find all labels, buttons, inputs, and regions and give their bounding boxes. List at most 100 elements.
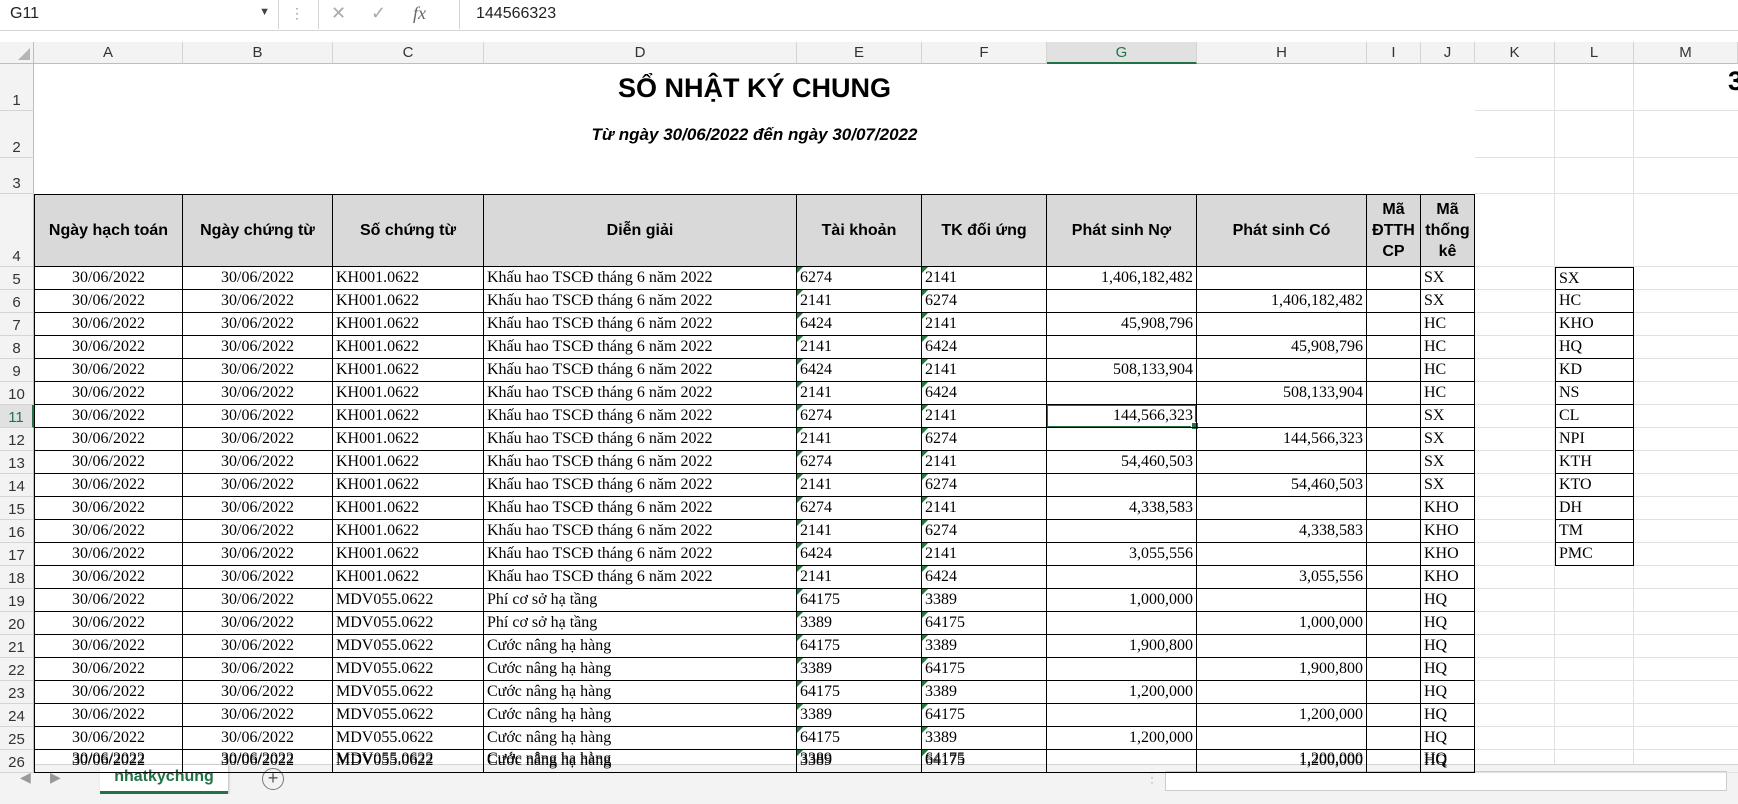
table-cell[interactable]: SX	[1421, 267, 1475, 290]
table-cell[interactable]: 30/06/2022	[183, 267, 333, 290]
code-list-item[interactable]: TM	[1555, 520, 1634, 543]
row-header-21[interactable]: 21	[0, 635, 34, 658]
table-cell[interactable]: 6424	[797, 359, 922, 382]
cancel-icon[interactable]: ✕	[331, 3, 346, 24]
column-header-h[interactable]: H	[1197, 42, 1367, 64]
table-cell[interactable]: 1,900,800	[1047, 635, 1197, 658]
table-cell[interactable]	[1367, 313, 1421, 336]
table-cell[interactable]: 45,908,796	[1197, 336, 1367, 359]
table-cell[interactable]: HC	[1421, 359, 1475, 382]
table-cell[interactable]: SX	[1421, 405, 1475, 428]
table-cell[interactable]: 1,406,182,482	[1197, 290, 1367, 313]
table-cell[interactable]: Cước nâng hạ hàng	[484, 704, 797, 727]
row-header-22[interactable]: 22	[0, 658, 34, 681]
more-icon[interactable]: ⋮	[290, 5, 304, 22]
table-cell[interactable]: 30/06/2022	[183, 359, 333, 382]
table-cell[interactable]	[1197, 589, 1367, 612]
table-cell[interactable]: 30/06/2022	[183, 566, 333, 589]
table-cell[interactable]	[1367, 359, 1421, 382]
table-cell[interactable]: 30/06/2022	[183, 520, 333, 543]
table-cell[interactable]: 1,000,000	[1047, 589, 1197, 612]
row-header-26[interactable]: 26	[0, 750, 34, 773]
row-header-13[interactable]: 13	[0, 451, 34, 474]
table-cell[interactable]: 30/06/2022	[183, 474, 333, 497]
table-cell[interactable]	[1047, 750, 1197, 767]
table-cell[interactable]: 3,055,556	[1047, 543, 1197, 566]
code-list-item[interactable]: CL	[1555, 405, 1634, 428]
column-header-e[interactable]: E	[797, 42, 922, 64]
table-cell[interactable]: 2141	[922, 451, 1047, 474]
table-cell[interactable]: HQ	[1421, 635, 1475, 658]
table-cell[interactable]	[1367, 612, 1421, 635]
table-cell[interactable]: 2141	[922, 267, 1047, 290]
table-cell[interactable]: 30/06/2022	[34, 497, 183, 520]
table-cell[interactable]	[1367, 704, 1421, 727]
row-header-16[interactable]: 16	[0, 520, 34, 543]
table-cell[interactable]: 30/06/2022	[34, 566, 183, 589]
table-cell[interactable]: 2141	[797, 428, 922, 451]
table-cell[interactable]: 64175	[922, 612, 1047, 635]
table-cell[interactable]	[1197, 727, 1367, 750]
table-cell[interactable]: Khấu hao TSCĐ tháng 6 năm 2022	[484, 520, 797, 543]
chevron-down-icon[interactable]: ▼	[259, 6, 270, 18]
table-cell[interactable]: HQ	[1421, 681, 1475, 704]
row-header-19[interactable]: 19	[0, 589, 34, 612]
table-cell[interactable]: 30/06/2022	[34, 635, 183, 658]
table-cell[interactable]: Khấu hao TSCĐ tháng 6 năm 2022	[484, 451, 797, 474]
table-cell[interactable]: 30/06/2022	[183, 727, 333, 750]
table-cell[interactable]: 6274	[797, 267, 922, 290]
table-cell[interactable]	[1367, 658, 1421, 681]
table-cell[interactable]: 4,338,583	[1197, 520, 1367, 543]
table-cell[interactable]: 64175	[797, 635, 922, 658]
table-cell[interactable]: 2141	[797, 336, 922, 359]
table-cell[interactable]: 2141	[797, 290, 922, 313]
table-cell[interactable]: Cước nâng hạ hàng	[484, 750, 797, 767]
table-cell[interactable]	[1047, 382, 1197, 405]
table-cell[interactable]: 30/06/2022	[183, 750, 333, 767]
table-cell[interactable]: Cước nâng hạ hàng	[484, 681, 797, 704]
table-cell[interactable]	[1047, 290, 1197, 313]
table-cell[interactable]: 30/06/2022	[183, 290, 333, 313]
code-list-item[interactable]: NPI	[1555, 428, 1634, 451]
table-cell[interactable]	[1367, 589, 1421, 612]
table-cell[interactable]: 30/06/2022	[183, 635, 333, 658]
table-cell[interactable]	[1047, 658, 1197, 681]
table-cell[interactable]	[1367, 382, 1421, 405]
table-cell[interactable]: 54,460,503	[1047, 451, 1197, 474]
table-cell[interactable]: MDV055.0622	[333, 727, 484, 750]
table-cell[interactable]: 3389	[797, 658, 922, 681]
table-cell[interactable]: 64175	[797, 589, 922, 612]
table-cell[interactable]: 30/06/2022	[34, 290, 183, 313]
row-header-2[interactable]: 2	[0, 111, 34, 158]
code-list-item[interactable]: SX	[1555, 267, 1634, 290]
table-cell[interactable]: 1,200,000	[1047, 727, 1197, 750]
table-cell[interactable]: KH001.0622	[333, 290, 484, 313]
table-cell[interactable]: 30/06/2022	[34, 612, 183, 635]
horizontal-scrollbar[interactable]	[1165, 771, 1727, 791]
function-icon[interactable]: fx	[413, 3, 426, 24]
column-header-k[interactable]: K	[1475, 42, 1555, 64]
table-cell[interactable]: 3389	[797, 704, 922, 727]
row-header-17[interactable]: 17	[0, 543, 34, 566]
table-cell[interactable]: 54,460,503	[1197, 474, 1367, 497]
row-header-3[interactable]: 3	[0, 158, 34, 194]
table-cell[interactable]: MDV055.0622	[333, 704, 484, 727]
table-cell[interactable]: 64175	[797, 681, 922, 704]
row-header-24[interactable]: 24	[0, 704, 34, 727]
table-cell[interactable]: 30/06/2022	[34, 750, 183, 767]
table-cell[interactable]: 4,338,583	[1047, 497, 1197, 520]
row-header-23[interactable]: 23	[0, 681, 34, 704]
table-cell[interactable]: Khấu hao TSCĐ tháng 6 năm 2022	[484, 543, 797, 566]
table-cell[interactable]: 6274	[922, 474, 1047, 497]
table-cell[interactable]: 6274	[797, 451, 922, 474]
table-cell[interactable]: Khấu hao TSCĐ tháng 6 năm 2022	[484, 474, 797, 497]
formula-input[interactable]: 144566323	[476, 5, 556, 23]
table-cell[interactable]: 2141	[922, 313, 1047, 336]
table-cell[interactable]: KH001.0622	[333, 497, 484, 520]
table-cell[interactable]: Khấu hao TSCĐ tháng 6 năm 2022	[484, 497, 797, 520]
table-cell[interactable]: 64175	[922, 658, 1047, 681]
row-header-11[interactable]: 11	[0, 405, 34, 428]
table-cell[interactable]: 1,000,000	[1197, 612, 1367, 635]
table-cell[interactable]	[1367, 497, 1421, 520]
column-header-l[interactable]: L	[1555, 42, 1634, 64]
